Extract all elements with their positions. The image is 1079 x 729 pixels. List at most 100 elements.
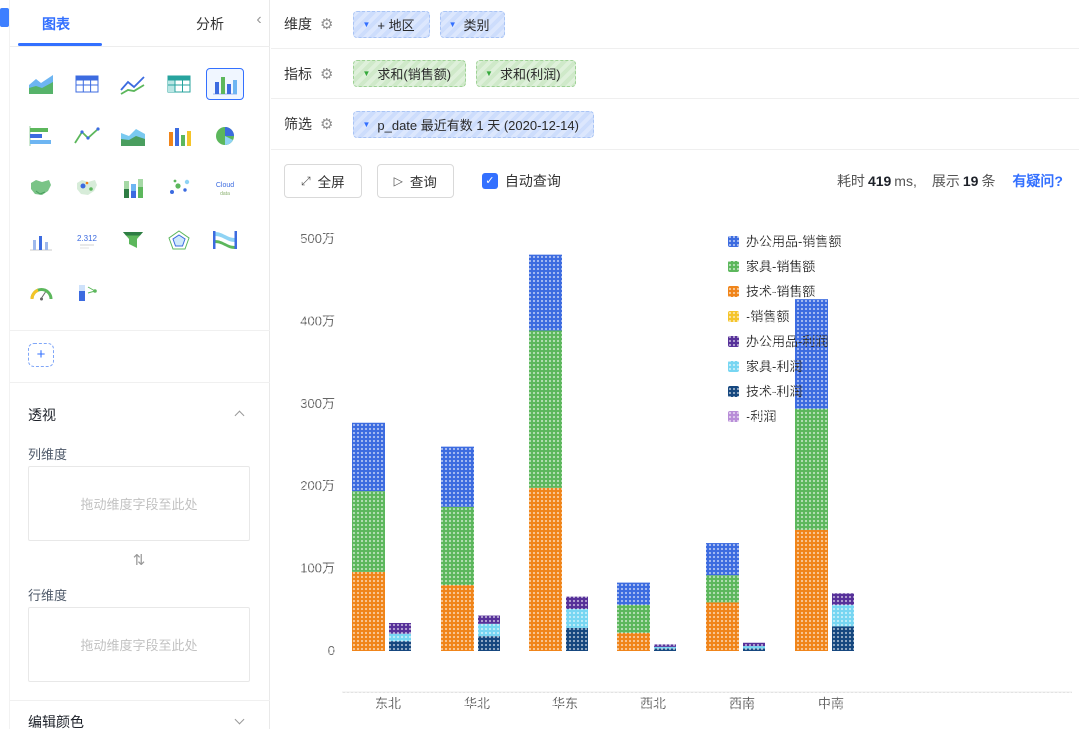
gear-icon[interactable]: ⚙ xyxy=(320,115,333,133)
row-dimension-dropzone[interactable]: 拖动维度字段至此处 xyxy=(28,607,250,682)
bar-segment-技术-销售额[interactable] xyxy=(529,487,562,651)
bar-segment-家具-销售额[interactable] xyxy=(706,575,739,603)
chart-type-funnel-chart-icon[interactable] xyxy=(114,224,152,256)
bar-segment-家具-销售额[interactable] xyxy=(795,408,828,530)
legend-label[interactable]: 办公用品-利润 xyxy=(746,334,828,349)
chart-type-stacked-area-chart-icon[interactable] xyxy=(114,120,152,152)
chart-type-stacked-bar-chart-icon[interactable] xyxy=(114,172,152,204)
bar-segment-家具-销售额[interactable] xyxy=(441,506,474,586)
metric-pill[interactable]: ▼ 求和(利润) xyxy=(476,60,576,87)
bar-segment-家具-利润[interactable] xyxy=(478,623,500,637)
bar-segment-技术-利润[interactable] xyxy=(389,641,411,651)
bar-segment-办公用品-利润[interactable] xyxy=(654,644,676,647)
chart-type-colorful-bar-chart-icon[interactable] xyxy=(160,120,198,152)
bar-segment-家具-销售额[interactable] xyxy=(529,330,562,488)
legend-label[interactable]: -利润 xyxy=(746,409,776,424)
chart-type-bubble-map-chart-icon[interactable] xyxy=(68,172,106,204)
bar-segment-技术-销售额[interactable] xyxy=(441,585,474,651)
legend-swatch[interactable] xyxy=(728,336,739,347)
bar-segment-办公用品-利润[interactable] xyxy=(832,593,854,605)
bar-segment-家具-利润[interactable] xyxy=(389,633,411,642)
bar-segment-技术-销售额[interactable] xyxy=(352,571,385,651)
column-dimension-dropzone[interactable]: 拖动维度字段至此处 xyxy=(28,466,250,541)
metric-pill[interactable]: ▼ 求和(销售额) xyxy=(353,60,467,87)
bar-segment-办公用品-销售额[interactable] xyxy=(441,446,474,507)
chart-type-gauge-chart-icon[interactable] xyxy=(22,276,60,308)
legend-swatch[interactable] xyxy=(728,361,739,372)
bar-segment-家具-利润[interactable] xyxy=(654,646,676,649)
legend-swatch[interactable] xyxy=(728,411,739,422)
bar-segment-技术-利润[interactable] xyxy=(478,636,500,651)
chart-type-mini-bar-chart-icon[interactable] xyxy=(22,224,60,256)
legend-swatch[interactable] xyxy=(728,311,739,322)
bar-segment-家具-利润[interactable] xyxy=(832,604,854,627)
bar-segment-办公用品-利润[interactable] xyxy=(478,615,500,624)
legend-label[interactable]: -销售额 xyxy=(746,309,789,324)
bar-segment-办公用品-利润[interactable] xyxy=(389,622,411,634)
bar-segment-技术-利润[interactable] xyxy=(743,648,765,651)
bar-segment-技术-销售额[interactable] xyxy=(706,602,739,651)
bar-segment-家具-利润[interactable] xyxy=(566,608,588,628)
collapse-pivot-icon[interactable] xyxy=(234,410,245,421)
bar-segment-技术-利润[interactable] xyxy=(566,627,588,651)
legend-swatch[interactable] xyxy=(728,286,739,297)
gear-icon[interactable]: ⚙ xyxy=(320,15,333,33)
bar-segment-办公用品-销售额[interactable] xyxy=(529,254,562,331)
add-chart-type-button[interactable]: + xyxy=(28,343,54,367)
chart-type-scatter-chart-icon[interactable] xyxy=(160,172,198,204)
chart-type-crosstab-icon[interactable] xyxy=(160,68,198,100)
bar-segment-家具-销售额[interactable] xyxy=(352,491,385,572)
checkbox-checked-icon[interactable]: ✓ xyxy=(481,173,498,189)
fullscreen-button[interactable]: ⤢ 全屏 xyxy=(284,164,362,198)
legend-label[interactable]: 技术-利润 xyxy=(746,384,802,399)
tab-analysis[interactable]: 分析 xyxy=(196,14,224,34)
caret-down-icon[interactable]: ▼ xyxy=(449,20,457,29)
chart-type-radar-chart-icon[interactable] xyxy=(160,224,198,256)
expand-color-icon[interactable] xyxy=(234,714,245,725)
dimension-pill[interactable]: ▼ + 地区 xyxy=(353,10,430,38)
dimension-pill[interactable]: ▼ 类别 xyxy=(439,10,505,38)
chart-type-table-icon[interactable] xyxy=(68,68,106,100)
tab-charts[interactable]: 图表 xyxy=(42,14,70,34)
bar-segment-技术-利润[interactable] xyxy=(654,648,676,651)
chart-type-multi-line-chart-icon[interactable] xyxy=(68,120,106,152)
chart-type-map-chart-icon[interactable] xyxy=(22,172,60,204)
bar-segment-办公用品-利润[interactable] xyxy=(743,642,765,647)
auto-query-toggle[interactable]: ✓ 自动查询 xyxy=(481,171,561,191)
chart-type-bar-chart-icon[interactable] xyxy=(206,68,244,100)
chart-type-progress-chart-icon[interactable] xyxy=(68,276,106,308)
bar-segment-技术-销售额[interactable] xyxy=(795,529,828,651)
filter-pill[interactable]: ▼ p_date 最近有数 1 天 (2020-12-14) xyxy=(353,110,594,138)
bar-segment-家具-销售额[interactable] xyxy=(617,604,650,633)
bar-segment-技术-利润[interactable] xyxy=(832,626,854,651)
legend-label[interactable]: 家具-销售额 xyxy=(746,259,815,274)
caret-down-icon[interactable]: ▼ xyxy=(362,120,370,129)
caret-down-icon[interactable]: ▼ xyxy=(362,69,370,78)
bar-segment-家具-利润[interactable] xyxy=(743,646,765,649)
bar-segment-办公用品-销售额[interactable] xyxy=(706,543,739,576)
caret-down-icon[interactable]: ▼ xyxy=(485,69,493,78)
chart-type-sankey-chart-icon[interactable] xyxy=(206,224,244,256)
bar-segment-技术-销售额[interactable] xyxy=(617,632,650,651)
legend-swatch[interactable] xyxy=(728,261,739,272)
chart-type-horizontal-bar-chart-icon[interactable] xyxy=(22,120,60,152)
legend-label[interactable]: 家具-利润 xyxy=(746,359,802,374)
legend-swatch[interactable] xyxy=(728,386,739,397)
chart-type-pie-chart-icon[interactable] xyxy=(206,120,244,152)
legend-swatch[interactable] xyxy=(728,236,739,247)
chart-type-word-cloud-icon[interactable]: Cloud data xyxy=(206,172,244,204)
legend-label[interactable]: 技术-销售额 xyxy=(746,284,815,299)
question-link[interactable]: 有疑问? xyxy=(1012,171,1063,191)
chart-type-kpi-card-icon[interactable]: 2.312 xyxy=(68,224,106,256)
swap-dimensions-icon[interactable]: ⇅ xyxy=(10,551,268,569)
collapse-panel-icon[interactable]: ‹ xyxy=(252,11,266,29)
legend-label[interactable]: 办公用品-销售额 xyxy=(746,234,841,249)
chart-type-line-chart-icon[interactable] xyxy=(114,68,152,100)
caret-down-icon[interactable]: ▼ xyxy=(362,20,370,29)
query-button[interactable]: ▷ 查询 xyxy=(376,164,454,198)
bar-segment-办公用品-利润[interactable] xyxy=(566,596,588,609)
chart-type-area-chart-icon[interactable] xyxy=(22,68,60,100)
bar-segment-办公用品-销售额[interactable] xyxy=(352,422,385,492)
gear-icon[interactable]: ⚙ xyxy=(320,65,333,83)
bar-segment-办公用品-销售额[interactable] xyxy=(617,582,650,605)
